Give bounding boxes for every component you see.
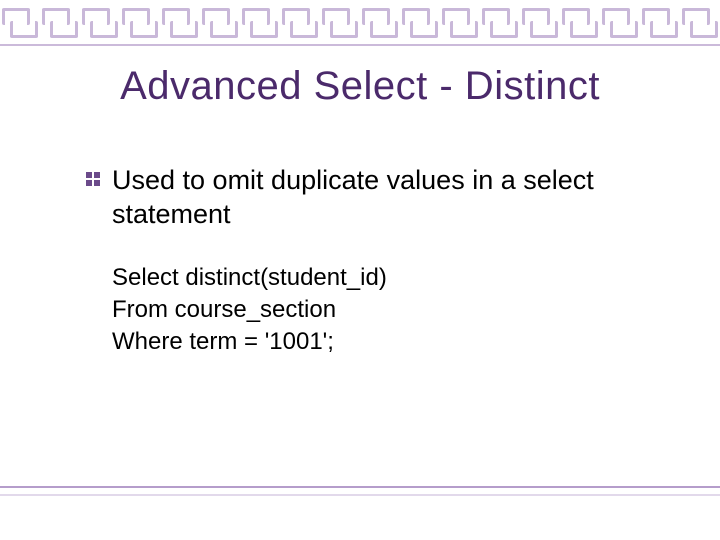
code-line-1: Select distinct(student_id) xyxy=(112,262,666,294)
top-decorative-border xyxy=(0,6,720,40)
slide: Advanced Select - Distinct Used to omit … xyxy=(0,0,720,540)
content-area: Used to omit duplicate values in a selec… xyxy=(86,164,666,359)
top-rule xyxy=(0,44,720,46)
bottom-rule xyxy=(0,486,720,488)
bottom-rule-secondary xyxy=(0,494,720,496)
code-line-2: From course_section xyxy=(112,294,666,326)
slide-title: Advanced Select - Distinct xyxy=(0,64,720,109)
bullet-text: Used to omit duplicate values in a selec… xyxy=(112,164,666,232)
bullet-icon xyxy=(86,172,106,192)
code-line-3: Where term = '1001'; xyxy=(112,326,666,358)
code-block: Select distinct(student_id) From course_… xyxy=(112,262,666,359)
bullet-item: Used to omit duplicate values in a selec… xyxy=(86,164,666,232)
